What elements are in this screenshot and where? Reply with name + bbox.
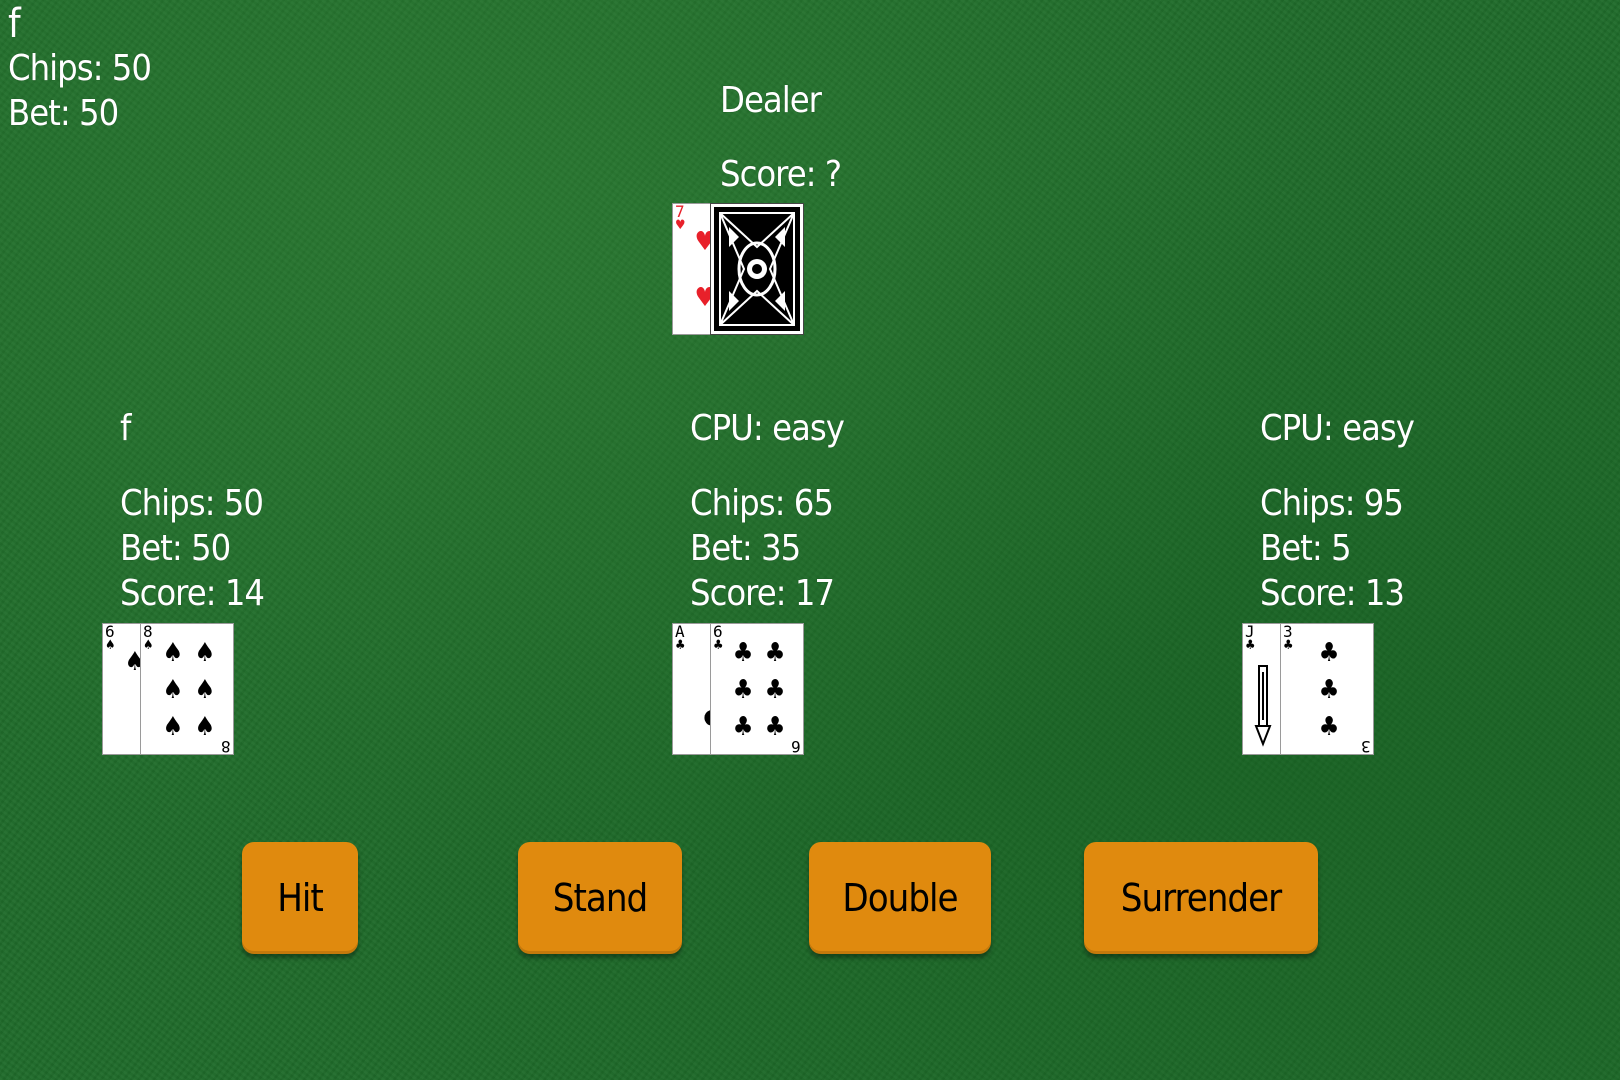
club-icon: ♣ (732, 637, 754, 668)
card-rank: 6 (791, 737, 801, 755)
spade-icon: ♠ (105, 638, 116, 653)
surrender-button[interactable]: Surrender (1084, 842, 1318, 954)
club-icon: ♣ (764, 674, 786, 705)
spade-icon: ♠ (143, 638, 154, 653)
player-chips: Chips: 95 (1260, 483, 1404, 524)
hit-button[interactable]: Hit (242, 842, 358, 954)
spade-icon: ♠ (162, 674, 184, 705)
playing-card: 8 ♠ ♠ ♠ ♠ ♠ ♠ ♠ 8 (140, 623, 234, 755)
player-bet: Bet: 50 (120, 528, 231, 569)
playing-card: 3 ♣ ♣ ♣ ♣ 3 (1280, 623, 1374, 755)
player-score: Score: 14 (120, 573, 265, 614)
club-icon: ♣ (675, 638, 686, 653)
hud-bet: Bet: 50 (8, 93, 119, 134)
spade-icon: ♠ (194, 674, 216, 705)
hud-player-name: f (8, 1, 21, 47)
spade-icon: ♠ (162, 637, 184, 668)
card-pips: ♠ ♠ ♠ ♠ ♠ ♠ (157, 634, 221, 746)
player-hand-3: J ♣ 3 ♣ ♣ ♣ ♣ 3 (1242, 623, 1376, 757)
player-hud: f Chips: 50 Bet: 50 (8, 1, 152, 136)
player-hand-1: 6 ♠ ♠ ♠ ♠ 8 ♠ ♠ ♠ ♠ ♠ ♠ ♠ 8 (102, 623, 236, 757)
player-bet: Bet: 5 (1260, 528, 1352, 569)
club-icon: ♣ (1318, 712, 1340, 743)
player-score: Score: 17 (690, 573, 835, 614)
card-back (710, 203, 804, 335)
club-icon: ♣ (1318, 637, 1340, 668)
player-name: CPU: easy (1260, 408, 1415, 449)
player-seat-1: f Chips: 50 Bet: 50 Score: 14 (120, 406, 265, 616)
dealer-hand: 7 ♥ ♥ ♥ ♥ ♥ (672, 203, 806, 337)
player-name: f (120, 408, 131, 449)
player-seat-3: CPU: easy Chips: 95 Bet: 5 Score: 13 (1260, 406, 1415, 616)
spade-icon: ♠ (162, 712, 184, 743)
club-icon: ♣ (764, 712, 786, 743)
club-icon: ♣ (732, 712, 754, 743)
club-icon: ♣ (713, 638, 724, 653)
hud-chips: Chips: 50 (8, 48, 152, 89)
player-seat-2: CPU: easy Chips: 65 Bet: 35 Score: 17 (690, 406, 845, 616)
card-back-pattern-icon (714, 207, 800, 331)
club-icon: ♣ (1245, 638, 1256, 653)
jack-figure-icon (1254, 665, 1272, 747)
card-suit-icon: ♥ (675, 218, 686, 233)
player-bet: Bet: 35 (690, 528, 801, 569)
player-name: CPU: easy (690, 408, 845, 449)
dealer-score: Score: ? (720, 154, 842, 195)
double-button[interactable]: Double (809, 842, 991, 954)
club-icon: ♣ (732, 674, 754, 705)
player-hand-2: A ♣ ♣ 6 ♣ ♣ ♣ ♣ ♣ ♣ ♣ 6 (672, 623, 806, 757)
player-score: Score: 13 (1260, 573, 1405, 614)
card-pips: ♣ ♣ ♣ (1297, 634, 1361, 746)
player-chips: Chips: 65 (690, 483, 834, 524)
spade-icon: ♠ (194, 712, 216, 743)
spade-icon: ♠ (194, 637, 216, 668)
dealer-label: Dealer (720, 80, 822, 121)
playing-card: 6 ♣ ♣ ♣ ♣ ♣ ♣ ♣ 6 (710, 623, 804, 755)
card-rank: 3 (1361, 737, 1371, 755)
stand-button[interactable]: Stand (518, 842, 682, 954)
card-rank: 8 (221, 737, 231, 755)
club-icon: ♣ (1318, 674, 1340, 705)
club-icon: ♣ (764, 637, 786, 668)
player-chips: Chips: 50 (120, 483, 264, 524)
club-icon: ♣ (1283, 638, 1294, 653)
card-pips: ♣ ♣ ♣ ♣ ♣ ♣ (727, 634, 791, 746)
